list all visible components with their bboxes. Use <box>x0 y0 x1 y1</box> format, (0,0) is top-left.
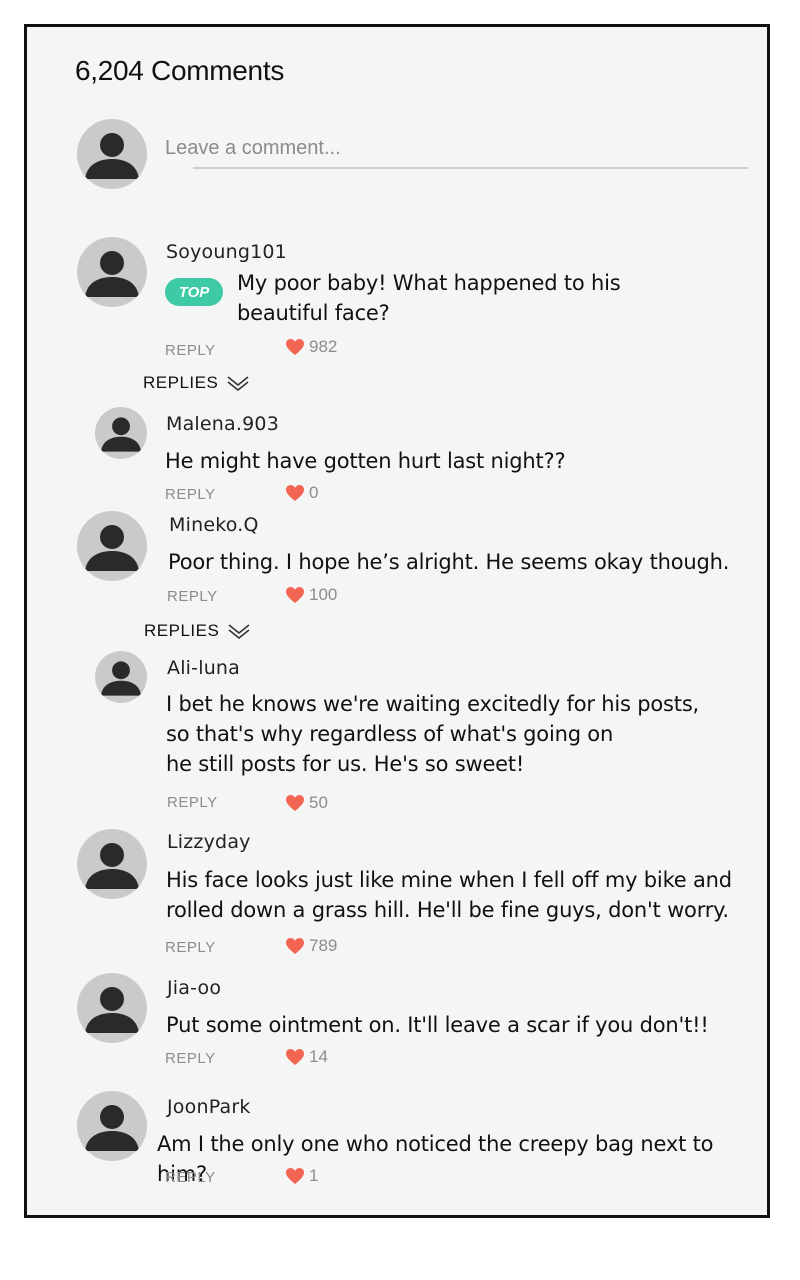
heart-icon <box>286 1168 304 1184</box>
like-count: 50 <box>309 793 328 812</box>
comment-count: 6,204 Comments <box>75 55 285 86</box>
replies-toggle[interactable]: REPLIES <box>144 621 251 641</box>
avatar[interactable] <box>77 1091 147 1161</box>
current-user-avatar <box>77 119 147 189</box>
heart-icon <box>286 587 304 603</box>
like-button[interactable]: 50 <box>285 793 328 813</box>
reply-button[interactable]: REPLY <box>165 1169 216 1186</box>
replies-label: REPLIES <box>144 621 220 640</box>
avatar[interactable] <box>77 237 147 307</box>
comment-text-line: Poor thing. I hope he’s alright. He seem… <box>168 550 730 574</box>
comments-panel: 6,204 Comments Leave a comment... Soyoun… <box>24 24 770 1218</box>
reply-button[interactable]: REPLY <box>165 1050 216 1067</box>
comment-text-line: His face looks just like mine when I fel… <box>166 868 732 892</box>
like-count: 14 <box>309 1047 328 1066</box>
double-chevron-down-icon <box>228 624 250 639</box>
comment-username[interactable]: JoonPark <box>167 1096 251 1118</box>
comment-text-line: Put some ointment on. It'll leave a scar… <box>166 1013 709 1037</box>
comment-text-line: Am I the only one who noticed the creepy… <box>157 1132 714 1186</box>
avatar[interactable] <box>77 829 147 899</box>
comment-text-line: My poor baby! What happened to his <box>237 271 621 295</box>
comment-text-line: so that's why regardless of what's going… <box>166 722 614 746</box>
comment-username[interactable]: Malena.903 <box>166 413 279 435</box>
comment-text-line: He might have gotten hurt last night?? <box>165 449 566 473</box>
like-button[interactable]: 789 <box>285 936 337 956</box>
user-silhouette-icon <box>85 1105 139 1151</box>
comment-input[interactable]: Leave a comment... <box>165 137 341 160</box>
comment-text-line: I bet he knows we're waiting excitedly f… <box>166 692 700 716</box>
top-badge: TOP <box>165 278 223 306</box>
comment-username[interactable]: Jia-oo <box>167 977 221 999</box>
comment-text-line: rolled down a grass hill. He'll be fine … <box>166 898 729 922</box>
like-button[interactable]: 100 <box>285 585 337 605</box>
reply-button[interactable]: REPLY <box>165 486 216 503</box>
user-silhouette-icon <box>100 661 142 696</box>
heart-icon <box>286 485 304 501</box>
like-count: 789 <box>309 936 338 955</box>
avatar[interactable] <box>77 511 147 581</box>
double-chevron-down-icon <box>227 376 249 391</box>
like-button[interactable]: 14 <box>285 1047 328 1067</box>
heart-icon <box>286 938 304 954</box>
like-count: 0 <box>309 483 319 502</box>
avatar[interactable] <box>77 973 147 1043</box>
heart-icon <box>286 1049 304 1065</box>
like-count: 100 <box>309 585 338 604</box>
like-count: 1 <box>309 1166 319 1185</box>
avatar[interactable] <box>95 407 147 459</box>
heart-icon <box>286 795 304 811</box>
like-button[interactable]: 982 <box>285 337 337 357</box>
reply-button[interactable]: REPLY <box>167 794 218 811</box>
user-silhouette-icon <box>100 417 142 452</box>
heart-icon <box>286 339 304 355</box>
user-silhouette-icon <box>85 251 139 297</box>
like-count: 982 <box>309 337 338 356</box>
avatar[interactable] <box>95 651 147 703</box>
replies-label: REPLIES <box>143 373 219 392</box>
reply-button[interactable]: REPLY <box>165 342 216 359</box>
comment-username[interactable]: Lizzyday <box>167 831 251 853</box>
comment-input-underline <box>193 167 748 169</box>
like-button[interactable]: 0 <box>285 483 318 503</box>
replies-toggle[interactable]: REPLIES <box>143 373 250 393</box>
comment-text-line: beautiful face? <box>237 301 390 325</box>
comment-username[interactable]: Ali-luna <box>167 657 240 679</box>
user-silhouette-icon <box>85 987 139 1033</box>
user-silhouette-icon <box>85 843 139 889</box>
like-button[interactable]: 1 <box>285 1166 318 1186</box>
comment-username[interactable]: Soyoung101 <box>166 241 287 263</box>
comment-username[interactable]: Mineko.Q <box>169 514 259 536</box>
reply-button[interactable]: REPLY <box>165 939 216 956</box>
comment-text-line: he still posts for us. He's so sweet! <box>166 752 525 776</box>
user-silhouette-icon <box>85 133 139 179</box>
reply-button[interactable]: REPLY <box>167 588 218 605</box>
user-silhouette-icon <box>85 525 139 571</box>
